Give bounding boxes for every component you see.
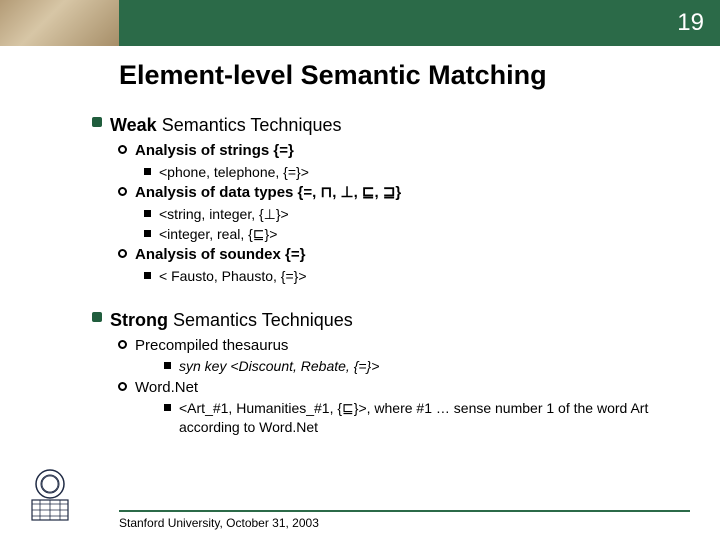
item-label: Analysis of data types {=, ⊓, ⊥, ⊑, ⊒} xyxy=(135,183,401,203)
item-label: Word.Net xyxy=(135,378,198,398)
example-text: < Fausto, Phausto, {=}> xyxy=(159,267,307,286)
slide: 19 Element-level Semantic Matching Weak … xyxy=(0,0,720,540)
bullet-diamond-icon xyxy=(144,272,151,279)
footer: Stanford University, October 31, 2003 xyxy=(119,510,690,530)
bullet-diamond-icon xyxy=(164,362,171,369)
item-label: Analysis of soundex {=} xyxy=(135,245,305,265)
heading-text: Weak Semantics Techniques xyxy=(110,113,341,137)
heading-bold: Weak xyxy=(110,115,157,135)
item-strings: Analysis of strings {=} xyxy=(118,141,690,161)
heading-strong: Strong Semantics Techniques xyxy=(92,308,690,332)
heading-rest: Semantics Techniques xyxy=(157,115,342,135)
decorative-image xyxy=(0,0,119,46)
heading-bold: Strong xyxy=(110,310,168,330)
top-bar: 19 xyxy=(0,0,720,54)
title-bar: 19 xyxy=(119,0,720,46)
bullet-diamond-icon xyxy=(164,404,171,411)
item-label: Analysis of strings {=} xyxy=(135,141,294,161)
section-weak: Weak Semantics Techniques Analysis of st… xyxy=(92,113,690,286)
slide-title: Element-level Semantic Matching xyxy=(119,60,547,91)
example-text: <string, integer, {⊥}> xyxy=(159,205,289,224)
example-text: <phone, telephone, {=}> xyxy=(159,163,309,182)
item-label: Precompiled thesaurus xyxy=(135,336,288,356)
example: <string, integer, {⊥}> xyxy=(144,205,690,224)
item-datatypes: Analysis of data types {=, ⊓, ⊥, ⊑, ⊒} xyxy=(118,183,690,203)
bullet-diamond-icon xyxy=(144,210,151,217)
item-thesaurus: Precompiled thesaurus xyxy=(118,336,690,356)
bullet-square-icon xyxy=(92,117,102,127)
bullet-circle-icon xyxy=(118,145,127,154)
heading-weak: Weak Semantics Techniques xyxy=(92,113,690,137)
section-strong: Strong Semantics Techniques Precompiled … xyxy=(92,308,690,437)
example: <integer, real, {⊑}> xyxy=(144,225,690,244)
university-logo xyxy=(20,466,80,526)
example-text: <Art_#1, Humanities_#1, {⊑}>, where #1 …… xyxy=(179,399,659,437)
item-wordnet: Word.Net xyxy=(118,378,690,398)
bullet-square-icon xyxy=(92,312,102,322)
example-italic: syn key <Discount, Rebate, {=}> xyxy=(164,357,690,376)
heading-text: Strong Semantics Techniques xyxy=(110,308,353,332)
footer-text: Stanford University, October 31, 2003 xyxy=(119,516,690,530)
bullet-circle-icon xyxy=(118,249,127,258)
bullet-circle-icon xyxy=(118,382,127,391)
page-number: 19 xyxy=(677,9,704,37)
item-soundex: Analysis of soundex {=} xyxy=(118,245,690,265)
example-text: <integer, real, {⊑}> xyxy=(159,225,277,244)
example: <phone, telephone, {=}> xyxy=(144,163,690,182)
bullet-circle-icon xyxy=(118,187,127,196)
bullet-diamond-icon xyxy=(144,168,151,175)
example-text: syn key <Discount, Rebate, {=}> xyxy=(179,357,379,376)
bullet-diamond-icon xyxy=(144,230,151,237)
example: < Fausto, Phausto, {=}> xyxy=(144,267,690,286)
bullet-circle-icon xyxy=(118,340,127,349)
footer-divider xyxy=(119,510,690,512)
slide-body: Weak Semantics Techniques Analysis of st… xyxy=(92,105,690,437)
example: <Art_#1, Humanities_#1, {⊑}>, where #1 …… xyxy=(164,399,690,437)
heading-rest: Semantics Techniques xyxy=(168,310,353,330)
